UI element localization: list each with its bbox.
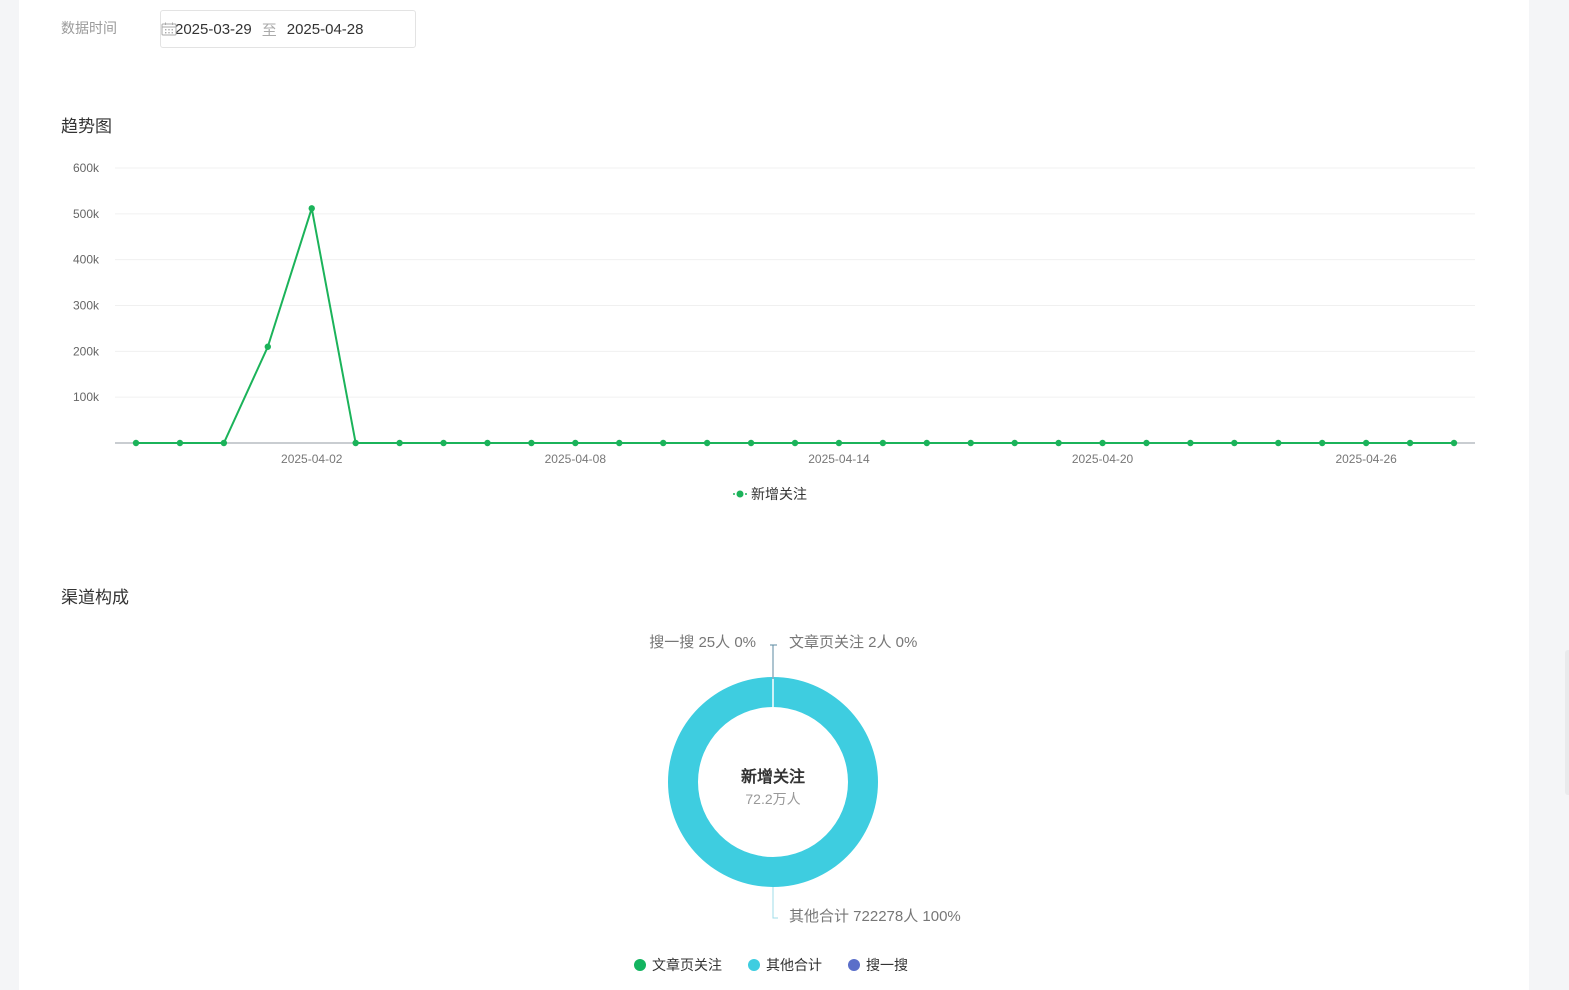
legend-dot <box>748 959 760 971</box>
legend-label: 其他合计 <box>766 957 822 973</box>
data-point <box>1187 439 1194 447</box>
data-point <box>528 439 535 447</box>
charts-canvas: 100k 200k 300k 400k 500k 600k 2025-04-02 2025-0… <box>73 161 1475 973</box>
y-tick-label: 600k <box>73 161 100 175</box>
y-tick-label: 300k <box>73 299 100 313</box>
data-point <box>1406 439 1414 447</box>
y-tick-label: 100k <box>73 390 100 404</box>
data-point <box>352 439 359 447</box>
leader-line-bottom <box>772 887 778 919</box>
data-point <box>132 439 140 447</box>
data-point <box>1143 439 1150 447</box>
legend-label: 搜一搜 <box>866 957 908 973</box>
data-point <box>1099 439 1106 447</box>
slice-label-other: 其他合计 722278人 100% <box>789 908 961 925</box>
slice-label-search: 搜一搜 25人 0% <box>649 634 756 651</box>
data-point <box>1055 439 1062 447</box>
data-point <box>616 439 623 447</box>
data-point <box>484 439 491 447</box>
data-point <box>220 439 228 447</box>
legend-label: 新增关注 <box>751 486 807 502</box>
data-point <box>791 439 799 447</box>
data-point <box>1450 439 1458 447</box>
data-point <box>1362 439 1370 447</box>
data-point <box>660 439 667 447</box>
legend-dot <box>848 959 860 971</box>
data-point <box>264 343 271 350</box>
donut-center-value: 72.2万人 <box>745 791 800 807</box>
data-point <box>1231 439 1238 447</box>
data-point <box>835 439 843 447</box>
data-point <box>967 439 974 447</box>
data-point <box>747 439 755 447</box>
data-point <box>879 439 887 447</box>
data-point <box>1319 439 1326 447</box>
data-point <box>703 439 711 447</box>
data-point <box>1275 439 1282 447</box>
x-tick-label: 2025-04-02 <box>281 452 343 466</box>
y-tick-label: 500k <box>73 207 100 221</box>
y-tick-label: 200k <box>73 344 100 358</box>
x-tick-label: 2025-04-26 <box>1335 452 1397 466</box>
legend-label: 文章页关注 <box>652 957 722 973</box>
data-point <box>396 439 403 447</box>
x-tick-label: 2025-04-08 <box>545 452 607 466</box>
data-point <box>572 439 579 447</box>
legend-dot <box>634 959 646 971</box>
x-tick-label: 2025-04-14 <box>808 452 870 466</box>
slice-label-article: 文章页关注 2人 0% <box>789 633 917 651</box>
data-point <box>440 439 447 447</box>
leader-line-top <box>770 644 777 679</box>
x-tick-label: 2025-04-20 <box>1072 452 1134 466</box>
legend-point-symbol <box>736 490 744 498</box>
series-line-new-follow <box>136 208 1454 444</box>
donut-center-title: 新增关注 <box>741 767 805 786</box>
data-point <box>1011 439 1018 447</box>
y-tick-label: 400k <box>73 253 100 267</box>
data-point <box>923 439 930 447</box>
data-point <box>308 205 315 212</box>
data-point <box>176 439 184 447</box>
side-drawer-tab[interactable] <box>1565 650 1569 795</box>
